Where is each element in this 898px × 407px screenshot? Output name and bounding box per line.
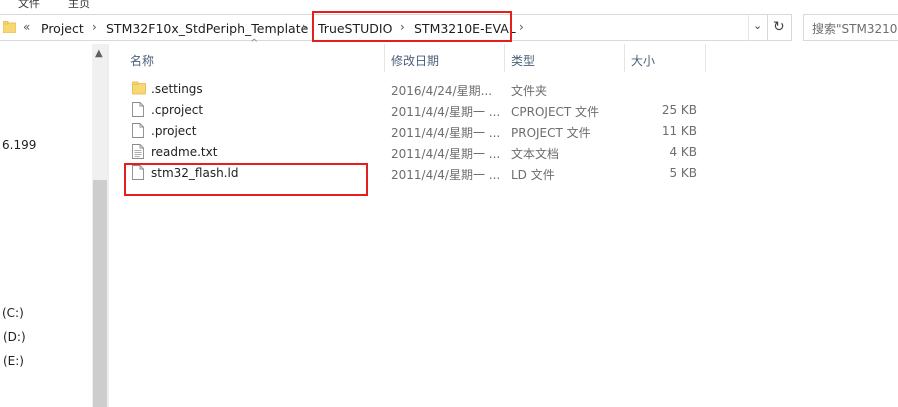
navigation-pane: 6.199 (C:) (D:) (E:) (0, 44, 92, 407)
file-name[interactable]: .project (151, 124, 196, 138)
file-name[interactable]: readme.txt (151, 145, 217, 159)
ribbon-tab-file[interactable]: 文件 (18, 0, 40, 11)
file-icon (132, 102, 144, 117)
file-row[interactable]: .cproject 2011/4/4/星期一 ... CPROJECT 文件 2… (120, 100, 710, 121)
column-type[interactable]: 类型 (511, 52, 535, 69)
file-type: PROJECT 文件 (511, 126, 591, 140)
search-box[interactable]: 搜索"STM3210E-EVAL" (803, 14, 898, 41)
text-file-icon (132, 144, 144, 159)
column-size[interactable]: 大小 (631, 52, 655, 69)
breadcrumb-template[interactable]: STM32F10x_StdPeriph_Template (106, 21, 308, 36)
column-divider[interactable] (504, 44, 505, 72)
search-input[interactable]: 搜索"STM3210E-EVAL" (812, 20, 898, 37)
chevron-right-icon[interactable]: › (302, 20, 307, 34)
folder-icon (132, 81, 146, 95)
folder-icon (3, 21, 16, 33)
file-type: LD 文件 (511, 168, 555, 182)
breadcrumb-project[interactable]: Project (41, 21, 84, 36)
file-type: CPROJECT 文件 (511, 105, 600, 119)
file-row[interactable]: .project 2011/4/4/星期一 ... PROJECT 文件 11 … (120, 121, 710, 142)
refresh-button[interactable]: ↻ (768, 14, 792, 41)
file-icon (132, 123, 144, 138)
file-name[interactable]: .cproject (151, 103, 203, 117)
address-history-button[interactable]: ⌄ (748, 14, 768, 41)
column-name[interactable]: 名称 (130, 52, 154, 69)
file-date: 2011/4/4/星期一 ... (391, 168, 501, 182)
file-name[interactable]: .settings (151, 82, 203, 96)
ribbon-strip: 文件 主页 (0, 0, 898, 10)
file-size: 25 KB (661, 103, 697, 117)
chevron-down-icon: ⌄ (753, 19, 763, 32)
nav-item-drive-c[interactable]: (C:) (2, 306, 24, 320)
file-row[interactable]: .settings 2016/4/24/星期... 文件夹 (120, 79, 710, 100)
scroll-up-icon[interactable]: ▲ (95, 48, 103, 59)
file-date: 2011/4/4/星期一 ... (391, 126, 501, 140)
file-date: 2011/4/4/星期一 ... (391, 147, 501, 161)
file-size: 4 KB (669, 145, 697, 159)
overflow-crumb-button[interactable]: « (23, 20, 30, 34)
nav-item-drive-d[interactable]: (D:) (3, 330, 26, 344)
nav-item-network[interactable]: 6.199 (2, 138, 36, 152)
file-type: 文件夹 (511, 84, 548, 98)
file-type: 文本文档 (511, 147, 560, 161)
chevron-right-icon[interactable]: › (92, 20, 97, 34)
file-size: 11 KB (661, 124, 697, 138)
file-size: 5 KB (669, 166, 697, 180)
refresh-icon: ↻ (773, 19, 785, 35)
pane-divider[interactable] (108, 44, 109, 407)
column-divider[interactable] (384, 44, 385, 72)
sort-ascending-icon: ^ (250, 38, 259, 49)
scrollbar-thumb[interactable] (93, 180, 107, 407)
column-divider[interactable] (705, 44, 706, 72)
ribbon-tab-home[interactable]: 主页 (68, 0, 90, 11)
column-date[interactable]: 修改日期 (391, 52, 439, 69)
nav-scrollbar[interactable]: ▲ (92, 44, 108, 407)
file-date: 2016/4/24/星期... (391, 84, 493, 98)
file-date: 2011/4/4/星期一 ... (391, 105, 501, 119)
highlight-box-breadcrumb (312, 11, 512, 42)
nav-item-drive-e[interactable]: (E:) (3, 354, 24, 368)
highlight-box-file (124, 163, 368, 196)
column-divider[interactable] (624, 44, 625, 72)
file-row[interactable]: readme.txt 2011/4/4/星期一 ... 文本文档 4 KB (120, 142, 710, 163)
chevron-right-icon[interactable]: › (519, 20, 524, 34)
